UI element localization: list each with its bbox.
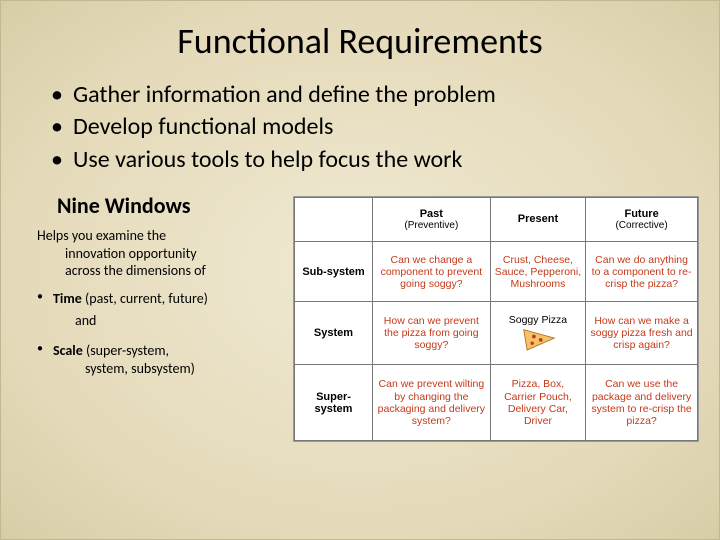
table-row: Sub-system Can we change a component to … bbox=[295, 242, 698, 302]
nine-windows-table: Past (Preventive) Present Future (Correc… bbox=[294, 197, 698, 441]
conjunction: and bbox=[53, 308, 283, 336]
table-corner bbox=[295, 198, 373, 242]
col-header-main: Future bbox=[624, 208, 658, 220]
cell: How can we make a soggy pizza fresh and … bbox=[586, 302, 698, 365]
col-header-past: Past (Preventive) bbox=[373, 198, 491, 242]
main-bullet: Use various tools to help focus the work bbox=[51, 144, 689, 176]
col-header-present: Present bbox=[490, 198, 585, 242]
cell: How can we prevent the pizza from going … bbox=[373, 302, 491, 365]
table-row: Super-system Can we prevent wilting by c… bbox=[295, 364, 698, 440]
dimension-label: Time bbox=[53, 290, 82, 307]
lead-text: Helps you examine the bbox=[37, 227, 166, 244]
dimension-paren: (past, current, future) bbox=[82, 290, 208, 307]
table-row: System How can we prevent the pizza from… bbox=[295, 302, 698, 365]
nine-windows-table-container: Past (Preventive) Present Future (Correc… bbox=[293, 196, 699, 442]
cell: Can we use the package and delivery syst… bbox=[586, 364, 698, 440]
row-header-subsystem: Sub-system bbox=[295, 242, 373, 302]
sub-bullet-scale: Scale (super-system, system, subsystem) bbox=[37, 342, 283, 378]
cell: Can we change a component to prevent goi… bbox=[373, 242, 491, 302]
row-header-system: System bbox=[295, 302, 373, 365]
cell: Crust, Cheese, Sauce, Pepperoni, Mushroo… bbox=[490, 242, 585, 302]
col-header-sub: (Corrective) bbox=[590, 220, 693, 232]
cell: Can we prevent wilting by changing the p… bbox=[373, 364, 491, 440]
main-bullet: Develop functional models bbox=[51, 111, 689, 143]
section-heading: Nine Windows bbox=[33, 192, 283, 227]
main-bullet: Gather information and define the proble… bbox=[51, 79, 689, 111]
cell: Pizza, Box, Carrier Pouch, Delivery Car,… bbox=[490, 364, 585, 440]
lead-text: across the dimensions of bbox=[37, 262, 283, 280]
section-lead: Helps you examine the innovation opportu… bbox=[33, 227, 283, 290]
dimension-line2: system, subsystem) bbox=[53, 360, 283, 378]
sub-bullet-time: Time (past, current, future) and bbox=[37, 290, 283, 336]
main-bullet-list: Gather information and define the proble… bbox=[1, 71, 719, 186]
col-header-main: Present bbox=[518, 213, 558, 225]
slide-title: Functional Requirements bbox=[1, 1, 719, 71]
sub-bullet-list: Time (past, current, future) and Scale (… bbox=[33, 290, 283, 379]
dimension-label: Scale bbox=[53, 342, 83, 359]
row-header-supersystem: Super-system bbox=[295, 364, 373, 440]
dimension-paren: (super-system, bbox=[83, 342, 169, 359]
col-header-future: Future (Corrective) bbox=[586, 198, 698, 242]
cell: Can we do anything to a component to re-… bbox=[586, 242, 698, 302]
lead-text: innovation opportunity bbox=[37, 245, 283, 263]
left-column: Nine Windows Helps you examine the innov… bbox=[33, 192, 283, 442]
pizza-icon bbox=[522, 326, 556, 352]
center-label: Soggy Pizza bbox=[509, 314, 567, 326]
col-header-sub: (Preventive) bbox=[377, 220, 486, 232]
cell-center: Soggy Pizza bbox=[490, 302, 585, 365]
col-header-main: Past bbox=[420, 208, 443, 220]
